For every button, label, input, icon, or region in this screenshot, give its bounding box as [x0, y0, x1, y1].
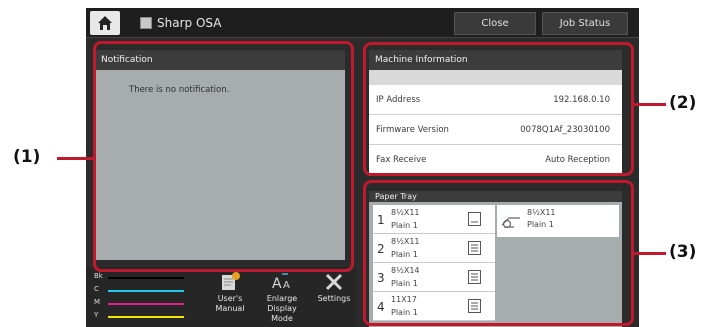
callout-leader-1	[57, 157, 93, 160]
toner-row-yellow: Y	[94, 310, 186, 323]
callout-frame-1	[93, 41, 354, 272]
enlarge-text-icon: A A	[272, 273, 290, 292]
svg-text:A: A	[272, 276, 282, 292]
toner-label: Y	[94, 311, 99, 319]
callout-frame-3	[363, 180, 634, 326]
bottom-bar: Bk C M Y User's Manual A A Enlarge Displ…	[86, 267, 356, 327]
settings-tools-icon	[325, 273, 343, 291]
toner-indicator: Bk C M Y	[94, 271, 186, 323]
callout-leader-3	[634, 252, 666, 255]
enlarge-label-line2: Display Mode	[267, 304, 297, 323]
callout-label-2: (2)	[669, 93, 697, 113]
enlarge-label-line1: Enlarge	[266, 294, 298, 303]
toner-row-magenta: M	[94, 297, 186, 310]
home-button[interactable]	[90, 11, 120, 35]
toner-row-black: Bk	[94, 271, 186, 284]
manual-icon	[222, 272, 240, 290]
users-manual-label-line2: Manual	[215, 304, 245, 313]
callout-label-1: (1)	[13, 147, 41, 167]
callout-leader-2	[634, 103, 666, 106]
toner-level-cyan	[108, 290, 184, 292]
settings-label: Settings	[317, 294, 351, 303]
close-button[interactable]: Close	[454, 12, 536, 35]
svg-text:A: A	[283, 280, 290, 291]
toner-level-black	[108, 277, 184, 279]
callout-label-3: (3)	[669, 242, 697, 262]
callout-frame-2	[363, 42, 634, 176]
job-status-button[interactable]: Job Status	[542, 12, 628, 35]
users-manual-button[interactable]: User's Manual	[206, 271, 254, 327]
enlarge-display-mode-button[interactable]: A A Enlarge Display Mode	[258, 271, 306, 327]
toner-level-yellow	[108, 316, 184, 318]
top-bar: Sharp OSA Close Job Status	[86, 8, 639, 38]
toner-level-magenta	[108, 303, 184, 305]
toner-label: C	[94, 285, 99, 293]
osa-app-icon	[140, 17, 152, 29]
app-title: Sharp OSA	[157, 16, 222, 30]
users-manual-label-line1: User's	[217, 294, 243, 303]
toner-label: M	[94, 298, 101, 306]
toner-label: Bk	[94, 272, 103, 280]
settings-button[interactable]: Settings	[310, 271, 358, 327]
toner-row-cyan: C	[94, 284, 186, 297]
figure: Sharp OSA Close Job Status Notification …	[0, 0, 707, 327]
home-icon	[98, 16, 112, 30]
